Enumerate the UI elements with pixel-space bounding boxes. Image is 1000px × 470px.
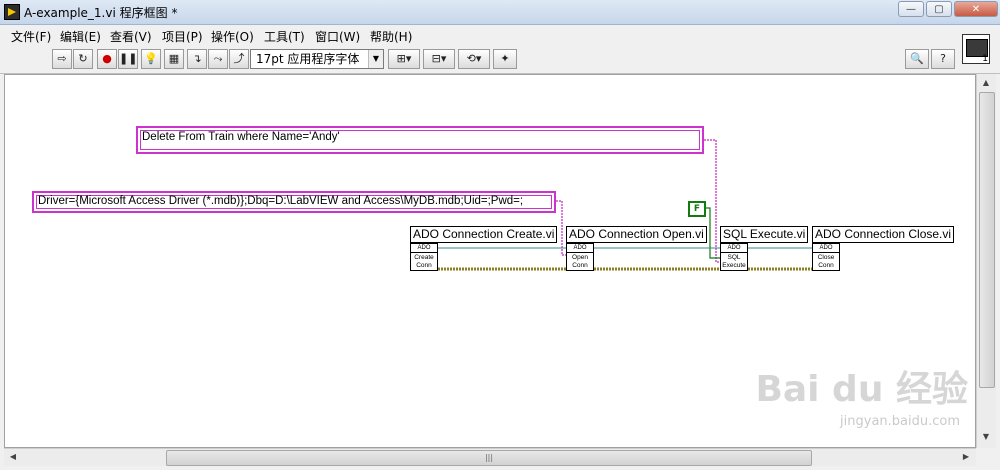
scroll-up-icon[interactable]: ▲	[978, 75, 994, 91]
subvi-header: ADO	[411, 244, 437, 253]
ado-connection-close-subvi[interactable]: ADO Close Conn	[812, 243, 840, 271]
ado-connection-open-subvi[interactable]: ADO Open Conn	[566, 243, 594, 271]
subvi-label-open: ADO Connection Open.vi	[566, 226, 707, 243]
horizontal-scrollbar[interactable]: ◀ ||| ▶	[4, 448, 976, 466]
false-boolean-constant[interactable]: F	[688, 201, 706, 217]
subvi-text-1: Close	[817, 254, 835, 261]
subvi-text-2: Conn	[572, 262, 588, 269]
connection-string-wire	[556, 200, 566, 256]
connection-string-constant[interactable]: Driver={Microsoft Access Driver (*.mdb)}…	[32, 191, 556, 213]
labview-window: A-example_1.vi 程序框图 * — ▢ ✕ 文件(F) 编辑(E) …	[0, 0, 1000, 470]
sql-string-constant[interactable]: Delete From Train where Name='Andy'	[136, 126, 704, 154]
vertical-scroll-thumb[interactable]	[979, 92, 995, 388]
sql-string-wire	[704, 139, 720, 263]
sql-execute-subvi[interactable]: ADO SQL Execute	[720, 243, 748, 271]
subvi-header: ADO	[721, 244, 747, 253]
watermark-logo: Bai du 经验	[755, 369, 968, 410]
subvi-text-1: Open	[572, 254, 588, 261]
scroll-left-icon[interactable]: ◀	[5, 449, 21, 465]
subvi-label-create: ADO Connection Create.vi	[410, 226, 558, 243]
subvi-text-1: Create	[414, 254, 434, 261]
sql-string-text: Delete From Train where Name='Andy'	[142, 131, 340, 143]
subvi-text-2: Conn	[416, 262, 432, 269]
subvi-label-sql-execute: SQL Execute.vi	[720, 226, 809, 243]
scroll-down-icon[interactable]: ▼	[978, 429, 994, 445]
subvi-label-close: ADO Connection Close.vi	[812, 226, 955, 243]
vertical-scrollbar[interactable]: ▲ ▼	[976, 74, 996, 448]
subvi-text-1: SQL	[727, 254, 741, 261]
scroll-right-icon[interactable]: ▶	[958, 449, 974, 465]
horizontal-scroll-thumb[interactable]: |||	[166, 450, 812, 466]
subvi-text-2: Execute	[722, 262, 746, 269]
subvi-text-2: Conn	[818, 262, 834, 269]
watermark-url: jingyan.baidu.com	[840, 414, 960, 429]
connection-string-text: Driver={Microsoft Access Driver (*.mdb)}…	[38, 195, 524, 207]
subvi-header: ADO	[567, 244, 593, 253]
subvi-header: ADO	[813, 244, 839, 253]
ado-connection-create-subvi[interactable]: ADO Create Conn	[410, 243, 438, 271]
